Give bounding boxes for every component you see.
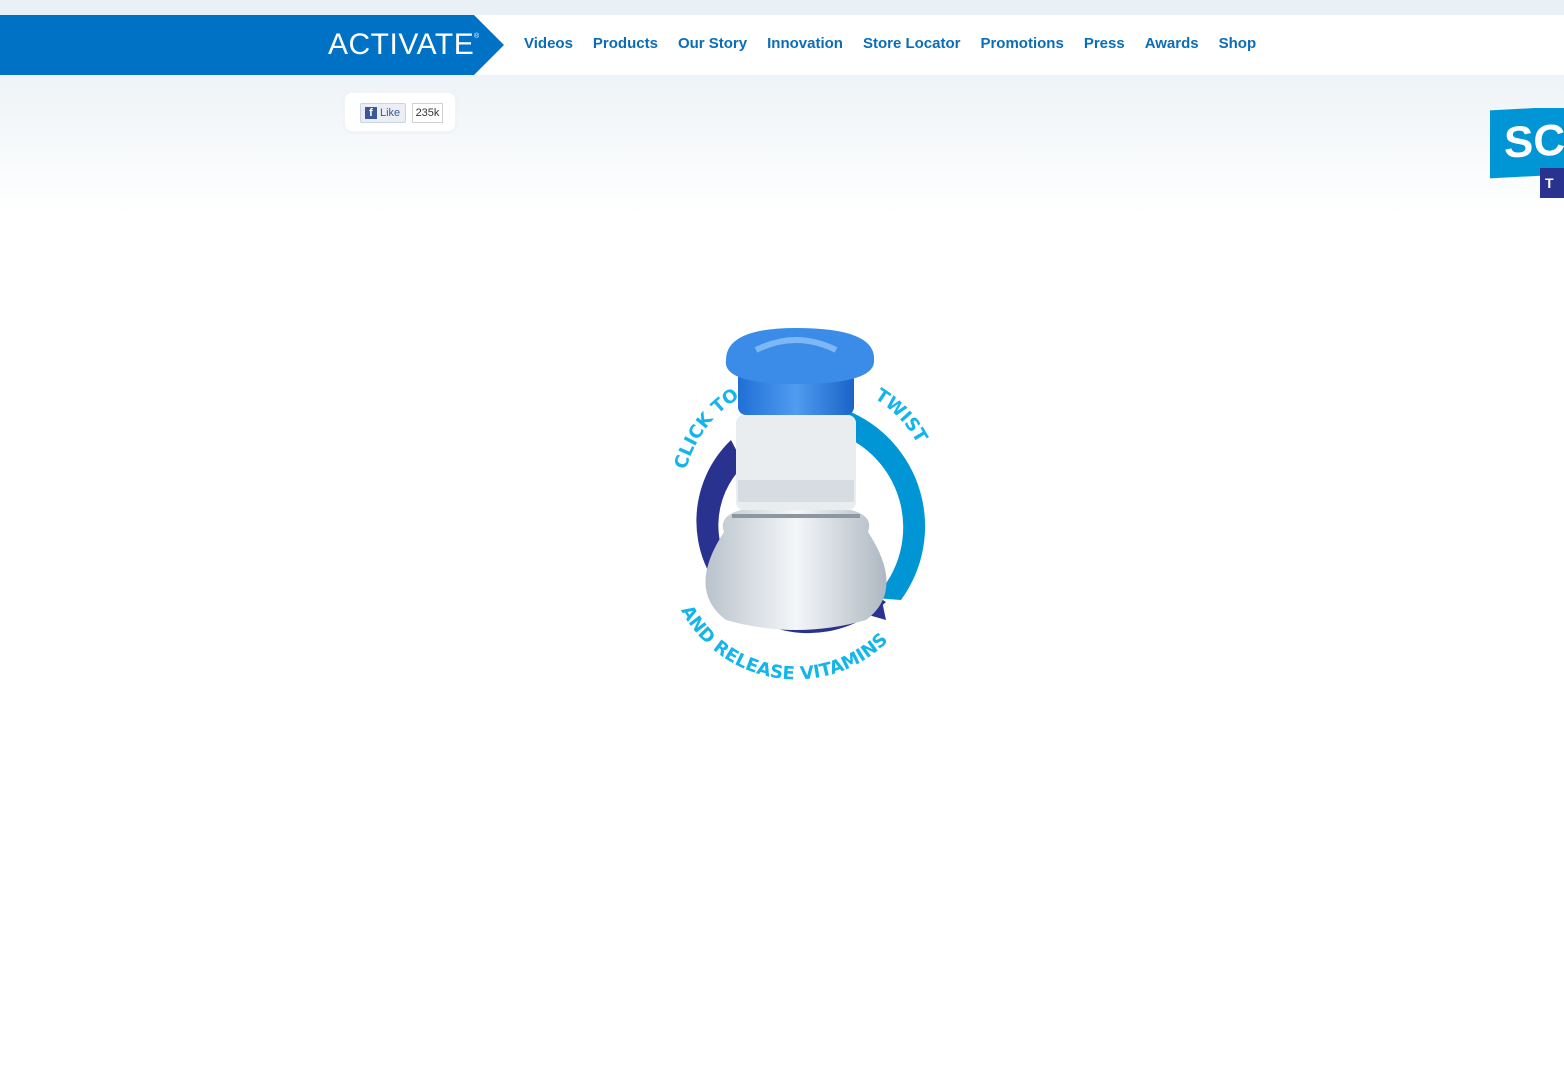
nav-press[interactable]: Press [1084, 35, 1125, 52]
nav-innovation[interactable]: Innovation [767, 35, 843, 52]
brand-logo[interactable]: ACTIVATE [328, 28, 474, 62]
nav-shop[interactable]: Shop [1219, 35, 1257, 52]
bottle-body [705, 510, 887, 630]
nav-store-locator[interactable]: Store Locator [863, 35, 961, 52]
registered-mark: ® [474, 33, 480, 40]
bottle-graphic[interactable]: CLICK TO TWIST AND RELEASE VITAMINS [646, 320, 946, 700]
facebook-icon: f [365, 107, 377, 119]
promo-badge-sub: T [1540, 168, 1564, 198]
hero-background [0, 75, 1564, 215]
nav-our-story[interactable]: Our Story [678, 35, 747, 52]
navbar: ACTIVATE ® Videos Products Our Story Inn… [0, 15, 1564, 75]
facebook-like-bubble: f Like 235k [342, 81, 458, 134]
nav-awards[interactable]: Awards [1145, 35, 1199, 52]
like-label: Like [380, 107, 401, 119]
nav-products[interactable]: Products [593, 35, 658, 52]
logo-arrow [474, 15, 504, 75]
top-strip [0, 0, 1564, 15]
nav-videos[interactable]: Videos [524, 35, 573, 52]
facebook-like-button[interactable]: f Like [360, 103, 406, 123]
like-count: 235k [412, 103, 443, 123]
main-nav: Videos Products Our Story Innovation Sto… [524, 35, 1256, 52]
twist-bottle-hero[interactable]: CLICK TO TWIST AND RELEASE VITAMINS [646, 320, 946, 700]
promo-badge[interactable]: SC T [1490, 108, 1564, 198]
nav-promotions[interactable]: Promotions [980, 35, 1063, 52]
